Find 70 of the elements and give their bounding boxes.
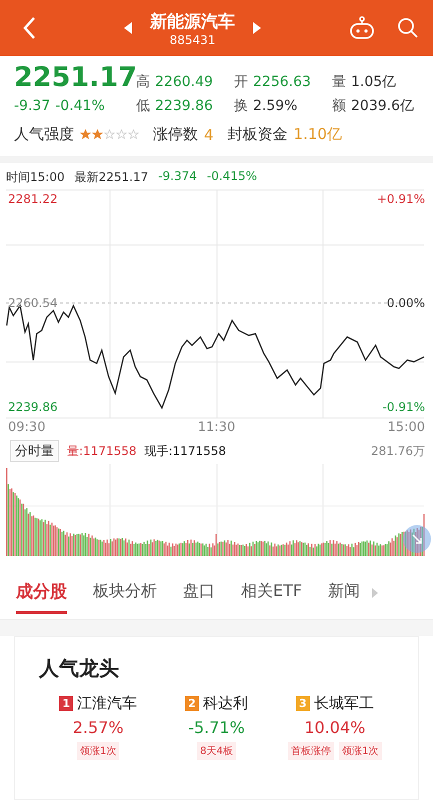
limit-up-label: 涨停数 [153, 125, 198, 144]
stock-tag: 领涨1次 [76, 742, 120, 760]
tab[interactable]: 新闻 [328, 573, 360, 613]
stat-label: 高 [136, 73, 150, 91]
volume-max-label: 281.76万 [371, 442, 425, 460]
stock-change: 10.04% [304, 718, 366, 737]
previous-triangle-icon[interactable] [124, 22, 132, 34]
arrow-icon [411, 533, 423, 545]
tab[interactable]: 相关ETF [241, 573, 302, 613]
time-axis-label: 09:30 [8, 420, 46, 435]
percent-axis-label: +0.91% [376, 192, 425, 206]
last-price: 2251.17 [14, 62, 136, 93]
next-triangle-icon[interactable] [253, 22, 261, 34]
tab[interactable]: 板块分析 [93, 573, 157, 613]
tab[interactable]: 盘口 [183, 573, 215, 613]
star-icon [128, 129, 139, 140]
stock-tag: 首板涨停 [288, 742, 334, 760]
hand-text: 现手:1171558 [144, 442, 226, 460]
star-icon [80, 129, 91, 140]
rank-badge: 2 [184, 696, 199, 711]
percent-change: -0.41% [55, 98, 105, 114]
rank-badge: 3 [296, 696, 310, 711]
seal-funds-label: 封板资金 [228, 125, 288, 144]
stock-name[interactable]: 长城军工 [314, 694, 374, 713]
collapse-button[interactable] [403, 525, 431, 553]
percent-axis-label: -0.91% [382, 400, 425, 414]
stock-name[interactable]: 科达利 [202, 694, 248, 713]
back-icon[interactable] [22, 16, 36, 40]
tab[interactable]: 成分股 [16, 572, 67, 614]
stat-value: 1.05亿 [351, 73, 396, 91]
price-axis-label: 2239.86 [8, 400, 58, 414]
popularity-label: 人气强度 [14, 125, 74, 144]
stock-name[interactable]: 江淮汽车 [77, 694, 138, 713]
search-icon[interactable] [397, 17, 419, 39]
star-icon [104, 129, 115, 140]
seal-funds-value: 1.10亿 [294, 125, 342, 144]
percent-text: -0.415% [206, 169, 257, 185]
stat-value: 2239.86 [155, 98, 213, 114]
stat-value: 2256.63 [253, 74, 311, 90]
star-icon [92, 129, 103, 140]
stock-tag: 8天4板 [197, 742, 236, 760]
percent-axis-label: 0.00% [386, 296, 425, 310]
rank-badge: 1 [59, 696, 74, 711]
volume-text: 量:1171558 [67, 442, 136, 460]
time-axis-label: 11:30 [198, 420, 236, 435]
stat-value: 2260.49 [155, 74, 213, 90]
stock-tag: 领涨1次 [339, 742, 382, 760]
stock-change: -5.71% [188, 718, 245, 737]
stock-change: 2.57% [72, 718, 124, 737]
sector-code: 885431 [170, 32, 216, 46]
price-change: -9.37 [14, 98, 50, 114]
change-text: -9.374 [158, 169, 197, 185]
price-axis-label: 2260.54 [8, 296, 58, 310]
stat-label: 量 [332, 73, 346, 91]
time-axis-label: 15:00 [388, 420, 425, 435]
sector-title: 新能源汽车 [150, 10, 235, 32]
stat-value: 2.59% [253, 98, 298, 114]
card-title: 人气龙头 [39, 655, 120, 682]
price-axis-label: 2281.22 [8, 192, 58, 206]
latest-text: 最新2251.17 [74, 169, 148, 186]
robot-icon[interactable] [349, 16, 375, 40]
volume-tag[interactable]: 分时量 [10, 440, 59, 462]
stat-label: 开 [234, 73, 248, 91]
stat-label: 额 [332, 97, 346, 115]
stat-label: 换 [234, 97, 248, 115]
stat-value: 2039.6亿 [351, 97, 414, 115]
star-icon [116, 129, 127, 140]
limit-up-count: 4 [204, 126, 214, 144]
time-text: 时间15:00 [6, 169, 65, 186]
stat-label: 低 [136, 97, 150, 115]
